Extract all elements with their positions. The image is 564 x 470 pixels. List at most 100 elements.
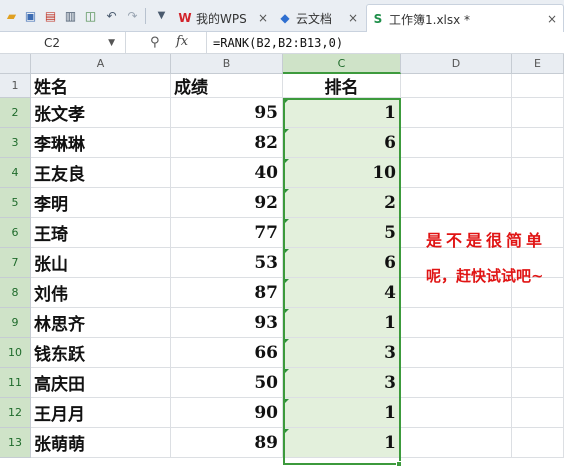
header-rank-cell[interactable]: 排名 — [283, 74, 401, 98]
empty-cell[interactable] — [512, 308, 564, 338]
row-header[interactable]: 13 — [0, 428, 31, 458]
rank-cell[interactable]: 3 — [283, 338, 401, 368]
column-header-d[interactable]: D — [401, 54, 512, 74]
empty-cell[interactable] — [512, 158, 564, 188]
score-cell[interactable]: 93 — [171, 308, 283, 338]
rank-cell[interactable]: 1 — [283, 98, 401, 128]
save-icon[interactable]: ▣ — [22, 7, 39, 24]
function-icon[interactable]: fx — [176, 34, 188, 49]
empty-cell[interactable] — [512, 428, 564, 458]
empty-cell[interactable] — [401, 158, 512, 188]
column-header-a[interactable]: A — [31, 54, 171, 74]
formula-input[interactable]: =RANK(B2,B2:B13,0) — [206, 32, 343, 54]
close-icon[interactable]: × — [348, 11, 358, 25]
annotation-line-2: 呢，赶快试试吧~ — [426, 267, 544, 285]
empty-cell[interactable] — [401, 368, 512, 398]
row-header[interactable]: 12 — [0, 398, 31, 428]
rank-cell[interactable]: 1 — [283, 308, 401, 338]
header-score-cell[interactable]: 成绩 — [171, 74, 283, 98]
name-cell[interactable]: 张文孝 — [31, 98, 171, 128]
row-header[interactable]: 6 — [0, 218, 31, 248]
score-cell[interactable]: 66 — [171, 338, 283, 368]
row-header[interactable]: 8 — [0, 278, 31, 308]
empty-cell[interactable] — [401, 428, 512, 458]
column-header-e[interactable]: E — [512, 54, 564, 74]
empty-cell[interactable] — [401, 338, 512, 368]
empty-cell[interactable] — [512, 188, 564, 218]
tab-my-wps[interactable]: W 我的WPS × — [174, 4, 274, 32]
name-box[interactable]: C2 ▼ — [0, 32, 126, 54]
empty-cell[interactable] — [401, 188, 512, 218]
more-dropdown-icon[interactable]: ▼ — [153, 7, 170, 24]
rank-cell[interactable]: 6 — [283, 128, 401, 158]
name-cell[interactable]: 张萌萌 — [31, 428, 171, 458]
row-header[interactable]: 1 — [0, 74, 31, 98]
row-header[interactable]: 5 — [0, 188, 31, 218]
fill-handle[interactable] — [396, 461, 402, 467]
empty-cell[interactable] — [512, 74, 564, 98]
row-header[interactable]: 2 — [0, 98, 31, 128]
score-cell[interactable]: 53 — [171, 248, 283, 278]
redo-icon[interactable]: ↷ — [124, 7, 141, 24]
empty-cell[interactable] — [401, 398, 512, 428]
empty-cell[interactable] — [401, 98, 512, 128]
score-cell[interactable]: 87 — [171, 278, 283, 308]
name-cell[interactable]: 高庆田 — [31, 368, 171, 398]
name-cell[interactable]: 李明 — [31, 188, 171, 218]
score-cell[interactable]: 77 — [171, 218, 283, 248]
rank-cell[interactable]: 2 — [283, 188, 401, 218]
empty-cell[interactable] — [512, 128, 564, 158]
rank-cell[interactable]: 1 — [283, 428, 401, 458]
undo-icon[interactable]: ↶ — [103, 7, 120, 24]
name-cell[interactable]: 钱东跃 — [31, 338, 171, 368]
chevron-down-icon[interactable]: ▼ — [108, 32, 115, 54]
empty-cell[interactable] — [401, 128, 512, 158]
score-cell[interactable]: 50 — [171, 368, 283, 398]
select-all-corner[interactable] — [0, 54, 31, 74]
column-header-c[interactable]: C — [283, 54, 401, 74]
score-cell[interactable]: 90 — [171, 398, 283, 428]
name-cell[interactable]: 张山 — [31, 248, 171, 278]
row-header[interactable]: 9 — [0, 308, 31, 338]
print-icon[interactable]: ▥ — [62, 7, 79, 24]
rank-cell[interactable]: 10 — [283, 158, 401, 188]
empty-cell[interactable] — [512, 338, 564, 368]
row-header[interactable]: 4 — [0, 158, 31, 188]
name-cell[interactable]: 林思齐 — [31, 308, 171, 338]
close-icon[interactable]: × — [258, 11, 268, 25]
tab-workbook[interactable]: S 工作簿1.xlsx * × — [366, 4, 564, 33]
rank-cell[interactable]: 6 — [283, 248, 401, 278]
empty-cell[interactable] — [401, 74, 512, 98]
empty-cell[interactable] — [512, 98, 564, 128]
empty-cell[interactable] — [512, 398, 564, 428]
row-header[interactable]: 7 — [0, 248, 31, 278]
name-cell[interactable]: 王友良 — [31, 158, 171, 188]
rank-cell[interactable]: 4 — [283, 278, 401, 308]
name-cell[interactable]: 王琦 — [31, 218, 171, 248]
row-header[interactable]: 3 — [0, 128, 31, 158]
score-cell[interactable]: 82 — [171, 128, 283, 158]
folder-open-icon[interactable]: ▰ — [3, 7, 20, 24]
export-pdf-icon[interactable]: ▤ — [42, 7, 59, 24]
name-cell[interactable]: 王月月 — [31, 398, 171, 428]
print-preview-icon[interactable]: ◫ — [82, 7, 99, 24]
name-cell[interactable]: 刘伟 — [31, 278, 171, 308]
empty-cell[interactable] — [401, 308, 512, 338]
rank-cell[interactable]: 5 — [283, 218, 401, 248]
rank-cell[interactable]: 1 — [283, 398, 401, 428]
close-icon[interactable]: × — [547, 12, 557, 26]
zoom-icon[interactable]: ⚲ — [150, 35, 160, 50]
score-cell[interactable]: 95 — [171, 98, 283, 128]
row-header[interactable]: 11 — [0, 368, 31, 398]
tab-cloud-docs[interactable]: ◆ 云文档 × — [276, 4, 364, 32]
row-header[interactable]: 10 — [0, 338, 31, 368]
score-cell[interactable]: 92 — [171, 188, 283, 218]
empty-cell[interactable] — [512, 368, 564, 398]
column-header-b[interactable]: B — [171, 54, 283, 74]
name-cell[interactable]: 李琳琳 — [31, 128, 171, 158]
formula-indicator-icon — [284, 369, 289, 374]
score-cell[interactable]: 89 — [171, 428, 283, 458]
header-name-cell[interactable]: 姓名 — [31, 74, 171, 98]
score-cell[interactable]: 40 — [171, 158, 283, 188]
rank-cell[interactable]: 3 — [283, 368, 401, 398]
